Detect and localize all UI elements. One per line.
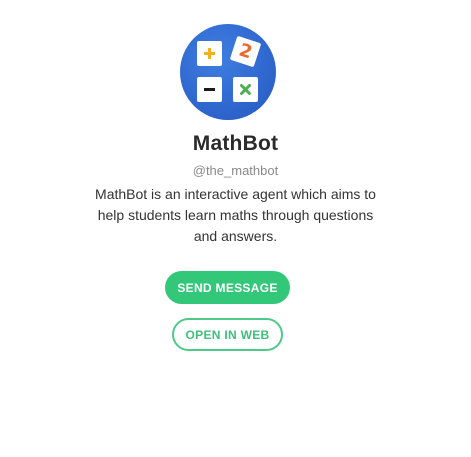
bot-description: MathBot is an interactive agent which ai… xyxy=(95,186,376,244)
send-message-button[interactable]: SEND MESSAGE xyxy=(165,271,290,304)
bot-name: MathBot xyxy=(192,132,279,155)
times-icon xyxy=(233,77,258,102)
two-icon: 2 xyxy=(229,35,262,68)
open-in-web-button[interactable]: OPEN IN WEB xyxy=(172,318,283,351)
bot-profile-page: 2 MathBot @the_mathbot MathBot is an int… xyxy=(0,0,471,457)
bot-handle: @the_mathbot xyxy=(192,163,279,178)
plus-icon xyxy=(197,41,222,66)
minus-icon xyxy=(197,77,222,102)
avatar: 2 xyxy=(180,24,276,120)
two-digit: 2 xyxy=(236,39,255,63)
